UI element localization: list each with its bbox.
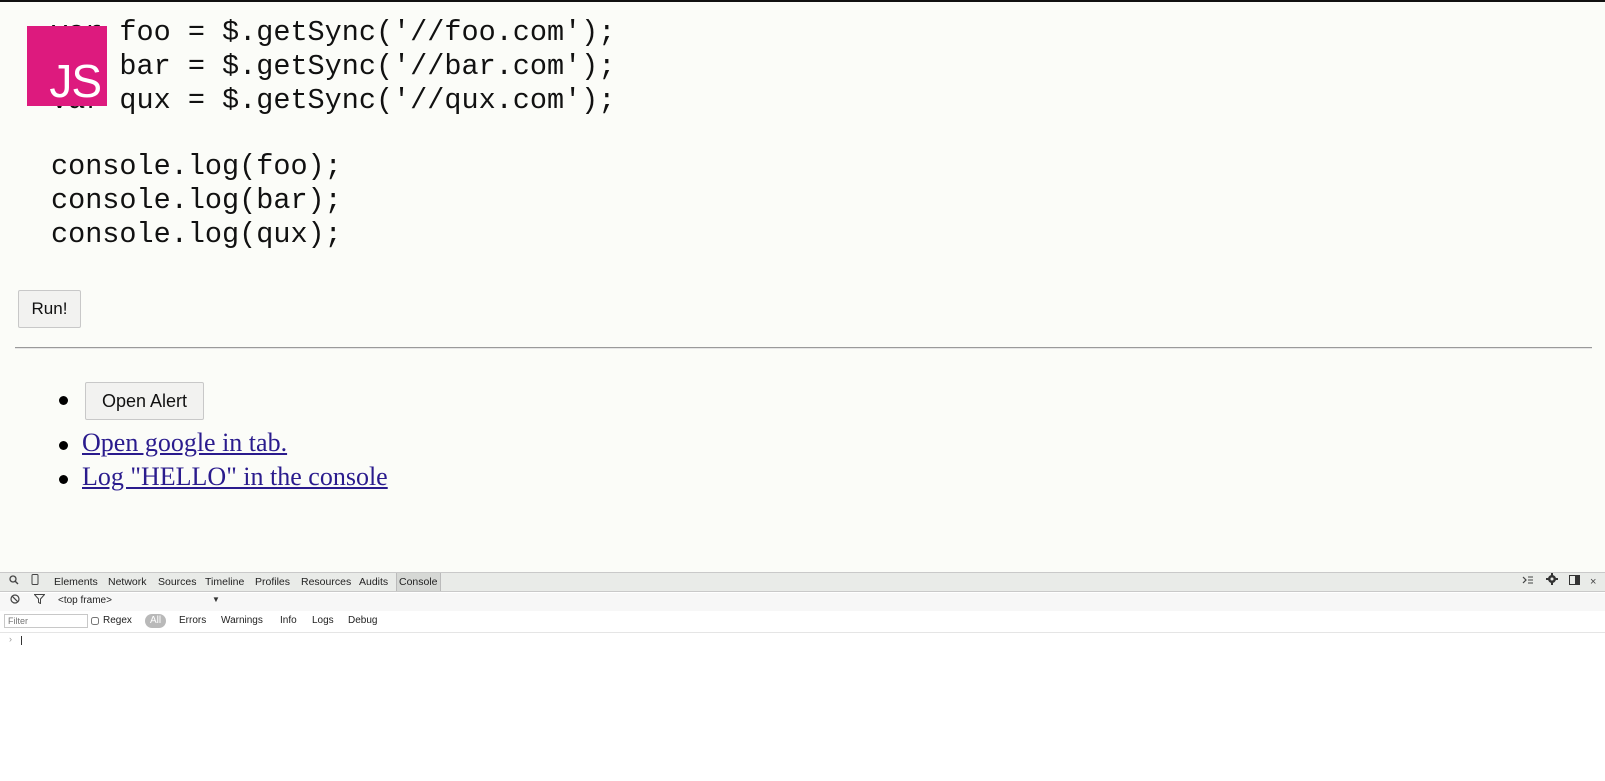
bullet-icon [59,396,68,405]
js-logo: JS [27,26,107,106]
code-line: console.log(foo); [51,150,342,183]
frame-toolbar: <top frame> ▼ [0,593,1605,611]
list-item: Log "HELLO" in the console [55,460,388,494]
text-caret [21,636,22,645]
code-snippet: var foo = $.getSync('//foo.com'); var bar… [51,16,615,252]
dock-icon[interactable] [1569,573,1580,591]
run-button[interactable]: Run! [18,290,81,328]
tab-resources[interactable]: Resources [301,573,351,591]
regex-label: Regex [103,615,132,626]
search-icon[interactable] [9,573,19,591]
divider [15,347,1592,349]
level-all[interactable]: All [145,614,167,628]
open-google-link[interactable]: Open google in tab. [82,428,287,457]
level-warnings[interactable]: Warnings [221,615,263,626]
log-hello-link[interactable]: Log "HELLO" in the console [82,462,388,491]
console-input-area[interactable]: › [0,633,1605,781]
regex-checkbox[interactable] [91,617,99,625]
gear-icon[interactable] [1546,573,1558,591]
action-list: Open Alert Open google in tab. Log "HELL… [55,382,388,494]
close-icon[interactable]: × [1590,573,1596,591]
tab-network[interactable]: Network [108,573,147,591]
prompt-icon: › [9,634,12,644]
frame-selector[interactable]: <top frame> [58,595,112,606]
code-line: var qux = $.getSync('//qux.com'); [51,84,616,117]
tab-profiles[interactable]: Profiles [255,573,290,591]
tab-timeline[interactable]: Timeline [205,573,244,591]
filter-input[interactable] [4,614,88,628]
level-errors[interactable]: Errors [179,615,206,626]
tab-elements[interactable]: Elements [54,573,98,591]
devtools-panel: Elements Network Sources Timeline Profil… [0,572,1605,781]
list-item: Open Alert [55,382,388,426]
level-logs[interactable]: Logs [312,615,334,626]
filter-icon[interactable] [33,592,46,610]
tab-audits[interactable]: Audits [359,573,388,591]
tab-console[interactable]: Console [396,573,441,591]
devtools-tabbar: Elements Network Sources Timeline Profil… [0,572,1605,592]
page: JS var foo = $.getSync('//foo.com'); var … [0,0,1605,781]
code-line: console.log(qux); [51,218,342,251]
tab-sources[interactable]: Sources [158,573,197,591]
console-drawer-icon[interactable] [1522,573,1534,591]
level-info[interactable]: Info [280,615,297,626]
code-line: var bar = $.getSync('//bar.com'); [51,50,616,83]
chevron-down-icon[interactable]: ▼ [212,595,220,604]
code-line: console.log(bar); [51,184,342,217]
device-icon[interactable] [31,573,39,591]
bullet-icon [59,441,68,450]
list-item: Open google in tab. [55,426,388,460]
console-filter-bar: Regex All Errors Warnings Info Logs Debu… [0,612,1605,633]
level-debug[interactable]: Debug [348,615,377,626]
clear-console-icon[interactable] [10,592,20,610]
open-alert-button[interactable]: Open Alert [85,382,204,420]
code-line: var foo = $.getSync('//foo.com'); [51,16,616,49]
bullet-icon [59,475,68,484]
